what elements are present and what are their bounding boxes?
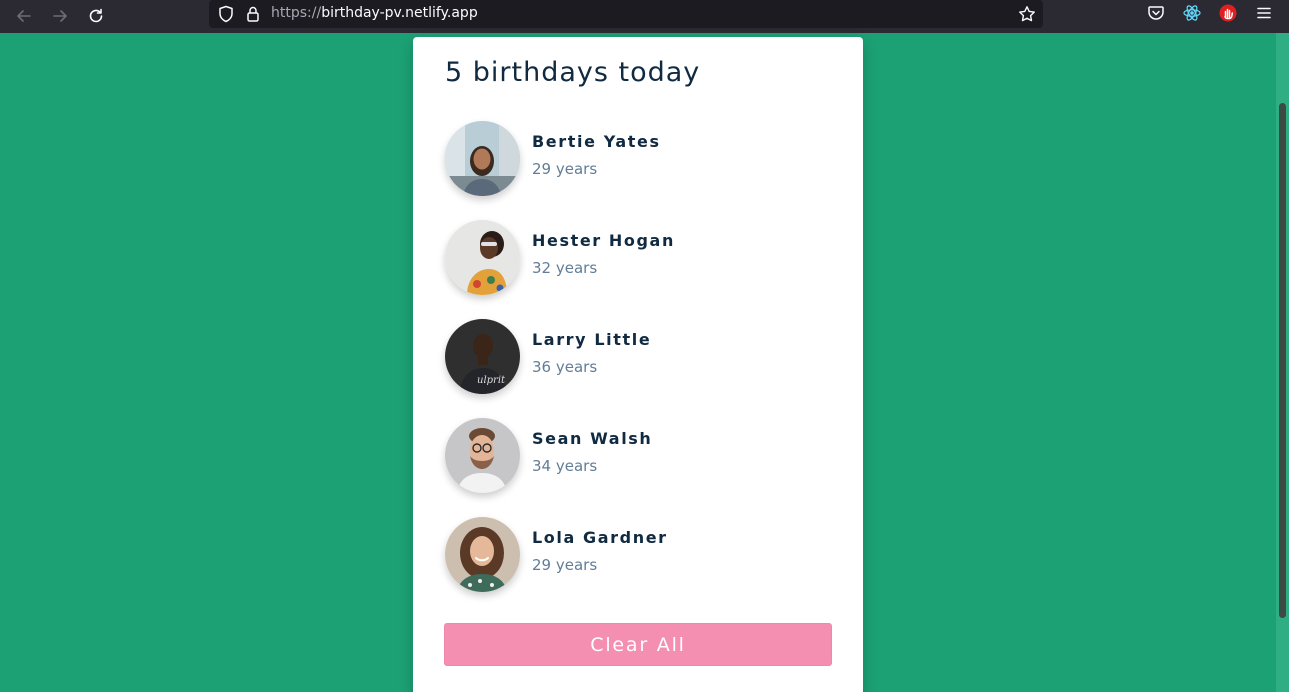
avatar: [445, 121, 520, 196]
avatar: [445, 517, 520, 592]
person-item: ulprit Larry Little 36 years: [445, 319, 845, 395]
browser-toolbar: https://birthday-pv.netlify.app: [0, 0, 1289, 33]
shield-icon[interactable]: [216, 4, 236, 24]
person-name: Bertie Yates: [532, 132, 661, 151]
back-arrow-icon[interactable]: [12, 4, 36, 28]
menu-icon[interactable]: [1254, 3, 1274, 23]
lock-icon[interactable]: [243, 4, 263, 24]
url-host: birthday-pv.netlify.app: [321, 5, 478, 21]
person-age: 29 years: [532, 160, 598, 178]
forward-arrow-icon[interactable]: [48, 4, 72, 28]
react-devtools-icon[interactable]: [1182, 3, 1202, 23]
reload-icon[interactable]: [84, 4, 108, 28]
avatar: ulprit: [445, 319, 520, 394]
avatar: [445, 418, 520, 493]
avatar: [445, 220, 520, 295]
url-scheme: https://: [271, 5, 322, 21]
address-bar[interactable]: https://birthday-pv.netlify.app: [209, 0, 1043, 28]
person-item: Bertie Yates 29 years: [445, 121, 845, 197]
person-name: Larry Little: [532, 330, 652, 349]
person-name: Sean Walsh: [532, 429, 653, 448]
person-item: Hester Hogan 32 years: [445, 220, 845, 296]
person-item: Sean Walsh 34 years: [445, 418, 845, 494]
person-age: 34 years: [532, 457, 598, 475]
person-name: Hester Hogan: [532, 231, 675, 250]
extension-hand-icon[interactable]: [1218, 3, 1238, 23]
svg-text:ulprit: ulprit: [477, 375, 506, 386]
clear-all-button[interactable]: Clear All: [444, 623, 832, 666]
person-item: Lola Gardner 29 years: [445, 517, 845, 593]
pocket-icon[interactable]: [1146, 3, 1166, 23]
person-age: 36 years: [532, 358, 598, 376]
star-icon[interactable]: [1017, 4, 1037, 24]
url-text[interactable]: https://birthday-pv.netlify.app: [271, 5, 478, 21]
scrollbar-thumb[interactable]: [1279, 103, 1286, 618]
birthday-card: 5 birthdays today Bertie Yates 29 years: [413, 37, 863, 692]
person-age: 32 years: [532, 259, 598, 277]
person-name: Lola Gardner: [532, 528, 668, 547]
page-title: 5 birthdays today: [445, 57, 701, 88]
person-age: 29 years: [532, 556, 598, 574]
